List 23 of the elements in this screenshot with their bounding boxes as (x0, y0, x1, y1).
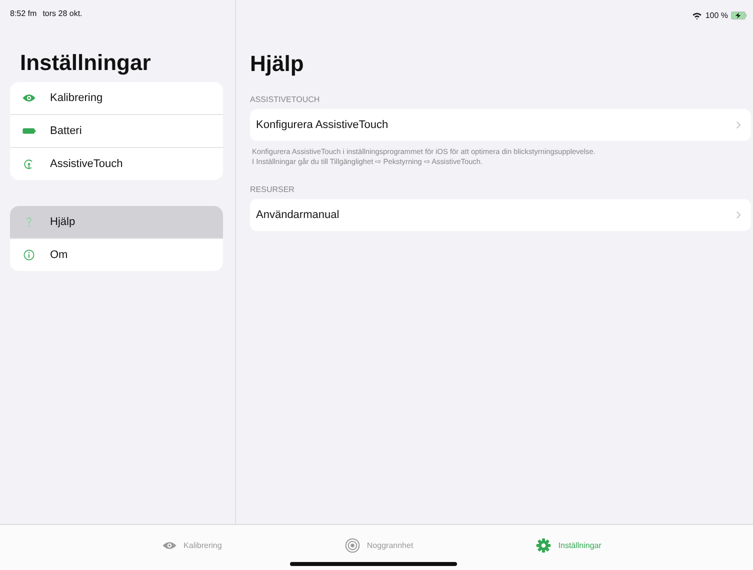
section-header: ASSISTIVETOUCH (250, 94, 321, 106)
info-icon (22, 249, 36, 261)
battery-percent: 100 % (705, 11, 728, 20)
sidebar-title: Inställningar (20, 50, 152, 76)
section-header: RESURSER (250, 184, 296, 196)
sidebar-item[interactable]: Kalibrering (10, 82, 223, 115)
sidebar-item[interactable]: Om (10, 239, 223, 271)
list-row[interactable]: Användarmanual (250, 198, 751, 231)
sidebar-item[interactable]: Hjälp (10, 206, 223, 239)
status-date: tors 28 okt. (42, 9, 82, 20)
target-icon (344, 538, 360, 553)
settings-icon (536, 538, 552, 553)
wifi-icon (692, 12, 702, 20)
chevron-icon (736, 121, 741, 129)
eye-icon (22, 92, 36, 104)
status-time: 8:52 fm (10, 9, 37, 20)
page-title: Hjälp (250, 51, 305, 77)
battery-icon (22, 125, 36, 137)
sidebar-item[interactable]: AssistiveTouch (10, 148, 223, 180)
chevron-icon (736, 210, 741, 219)
sidebar-item[interactable]: Batteri (10, 115, 223, 148)
list-row[interactable]: Konfigurera AssistiveTouch (250, 109, 751, 141)
battery-charging-icon (731, 11, 747, 20)
